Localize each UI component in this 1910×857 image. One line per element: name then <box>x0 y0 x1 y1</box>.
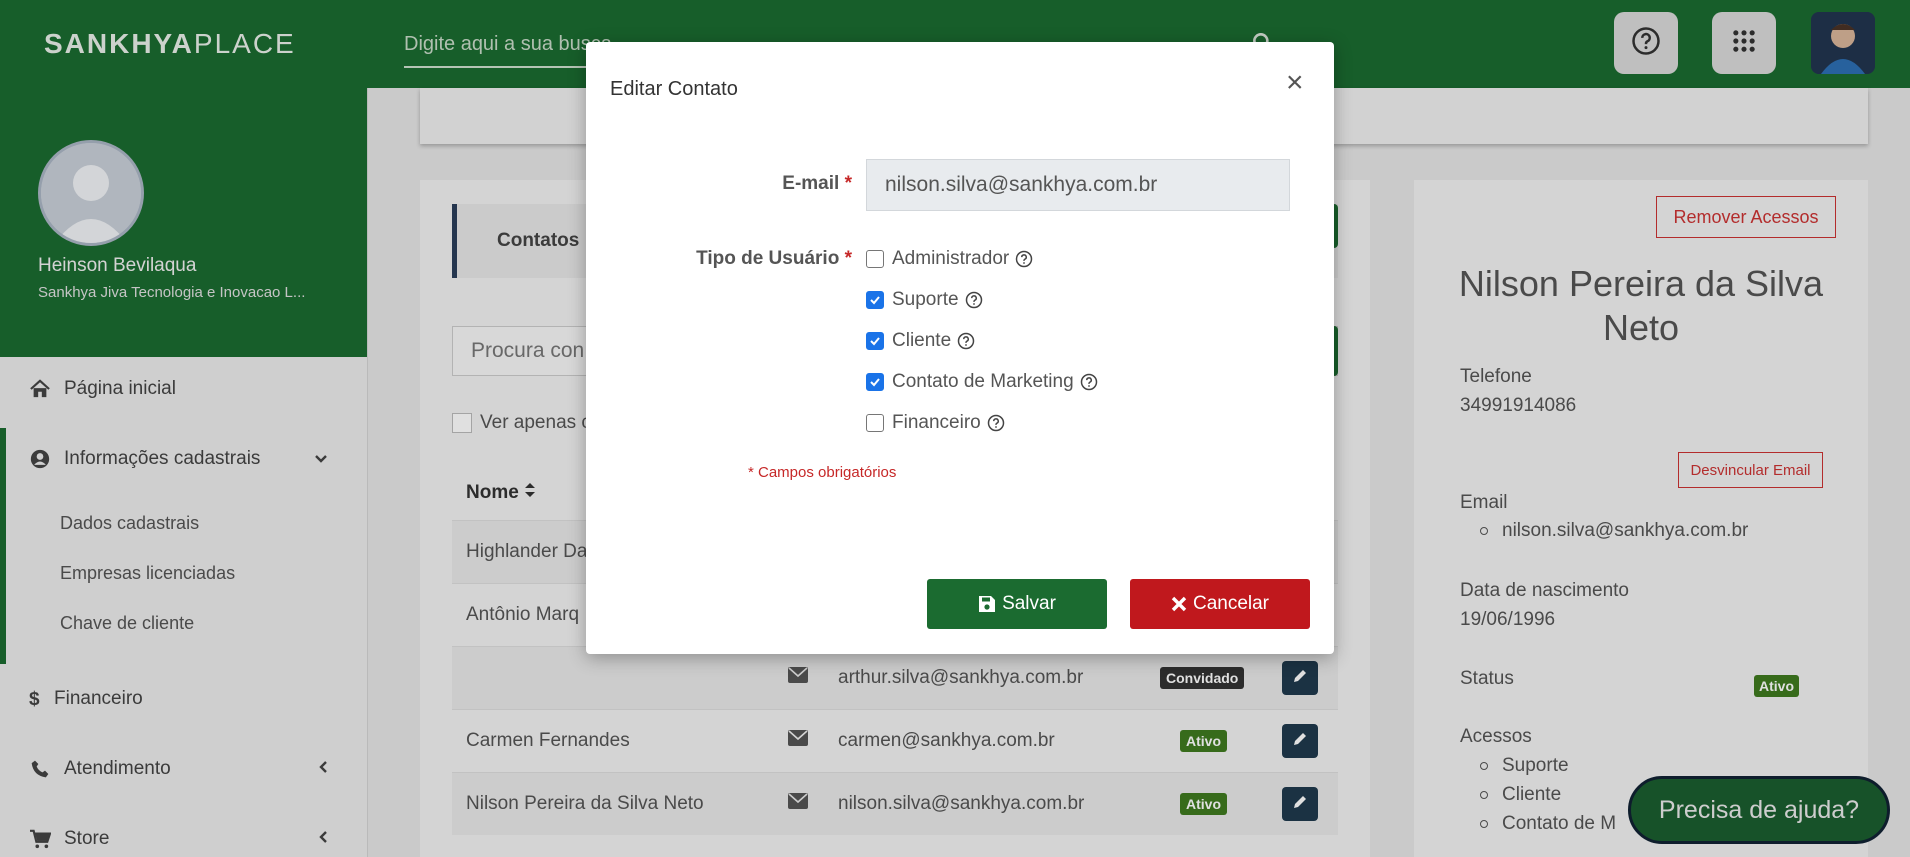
user-type-option-marketing-contact[interactable]: Contato de Marketing <box>866 371 1098 393</box>
required-fields-note: * Campos obrigatórios <box>748 464 897 481</box>
floppy-disk-icon <box>978 595 996 613</box>
user-type-option-finance[interactable]: Financeiro <box>866 412 1005 434</box>
user-type-option-administrator[interactable]: Administrador <box>866 248 1033 270</box>
question-circle-icon[interactable] <box>957 332 975 350</box>
checkbox-unchecked-icon[interactable] <box>866 250 884 268</box>
question-circle-icon[interactable] <box>1015 250 1033 268</box>
email-field[interactable] <box>866 159 1290 211</box>
close-icon[interactable]: × <box>1286 68 1304 98</box>
user-type-option-support[interactable]: Suporte <box>866 289 983 311</box>
user-type-label: Tipo de Usuário * <box>696 248 852 269</box>
edit-contact-modal: Editar Contato × E-mail * Tipo de Usuári… <box>586 42 1334 654</box>
checkbox-checked-icon[interactable] <box>866 373 884 391</box>
cancel-button[interactable]: Cancelar <box>1130 579 1310 629</box>
user-type-option-client[interactable]: Cliente <box>866 330 975 352</box>
save-button[interactable]: Salvar <box>927 579 1107 629</box>
checkbox-unchecked-icon[interactable] <box>866 414 884 432</box>
close-x-icon <box>1171 596 1187 612</box>
question-circle-icon[interactable] <box>987 414 1005 432</box>
question-circle-icon[interactable] <box>965 291 983 309</box>
modal-title: Editar Contato <box>610 78 738 100</box>
checkbox-checked-icon[interactable] <box>866 332 884 350</box>
question-circle-icon[interactable] <box>1080 373 1098 391</box>
checkbox-checked-icon[interactable] <box>866 291 884 309</box>
email-field-label: E-mail * <box>782 173 852 194</box>
